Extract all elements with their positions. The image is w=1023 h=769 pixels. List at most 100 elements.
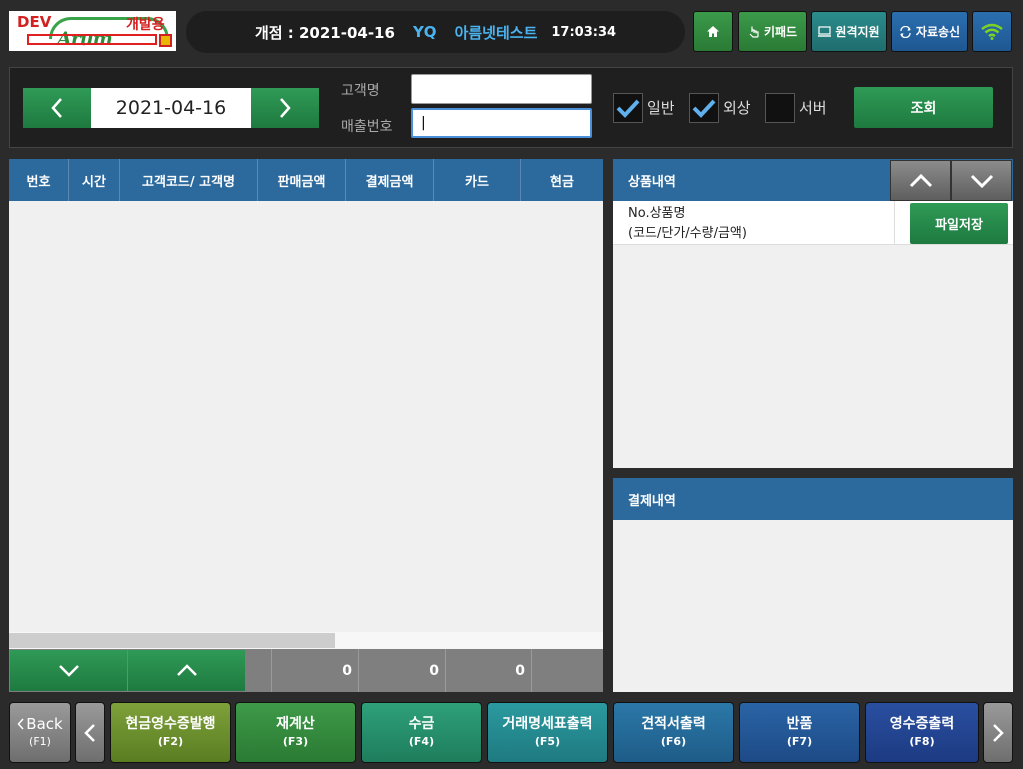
chevron-left-icon [17,718,24,730]
product-column-label: No.상품명 (코드/단가/수량/금액) [628,204,747,244]
date-display[interactable]: 2021-04-16 [91,88,251,128]
sales-table: 번호 시간 고객코드/ 고객명 판매금액 결제금액 카드 현금 0 0 0 [9,159,603,692]
app-logo: DEV 개발용 Arum [9,11,176,51]
logo-dev-text: DEV [17,13,52,31]
function-bar: Back (F1) 현금영수증발행 (F2) 재계산 (F3) 수금 (F4) … [0,697,1023,769]
save-file-button[interactable]: 파일저장 [910,203,1008,244]
print-receipt-label: 영수증출력 [889,715,955,732]
monitor-icon [818,25,832,37]
product-scroll-up-button[interactable] [890,160,951,201]
general-checkbox-label: 일반 [647,99,675,117]
search-panel: 2021-04-16 고객명 매출번호 일반 외상 서버 조회 [9,67,1013,148]
col-header-card: 카드 [434,159,521,201]
remote-support-label: 원격지원 [835,25,880,39]
chevron-left-icon [84,723,95,742]
recalculate-key: (F3) [282,734,309,748]
next-page-button[interactable] [983,702,1013,763]
return-button[interactable]: 반품 (F7) [739,702,860,763]
total-card-amount: 0 [445,649,531,692]
user-name: 아름넷테스트 [454,23,538,42]
server-checkbox[interactable] [765,93,795,123]
prev-page-button[interactable] [75,702,105,763]
total-payment-amount: 0 [358,649,445,692]
scrollbar-thumb[interactable] [9,633,335,648]
open-date: 개점 : 2021-04-16 [254,23,395,42]
horizontal-scrollbar[interactable] [9,632,603,649]
table-header: 번호 시간 고객코드/ 고객명 판매금액 결제금액 카드 현금 [9,159,603,201]
customer-name-label: 고객명 [341,83,380,99]
back-label: Back [26,714,63,733]
send-data-label: 자료송신 [915,25,961,39]
chevron-left-icon [51,98,62,118]
wifi-icon [981,23,1003,40]
sync-icon [900,25,911,38]
general-checkbox[interactable] [613,93,643,123]
logo-square [159,34,172,47]
collect-payment-label: 수금 [408,715,435,732]
status-bar: 개점 : 2021-04-16 YQ 아름넷테스트 17:03:34 [186,11,685,53]
column-divider [894,201,895,245]
cash-receipt-key: (F2) [157,734,184,748]
checkmark-icon [692,99,716,118]
prev-date-button[interactable] [23,88,91,128]
network-status-button[interactable] [972,11,1012,52]
logo-dev-kr-text: 개발용 [126,17,165,33]
scroll-up-button[interactable] [128,650,245,691]
payment-panel-title: 결제내역 [628,493,676,509]
credit-checkbox-label: 외상 [723,99,751,117]
product-column-line2: (코드/단가/수량/금액) [628,226,747,241]
print-statement-label: 거래명세표출력 [502,715,593,732]
print-estimate-label: 견적서출력 [641,715,706,732]
cash-receipt-button[interactable]: 현금영수증발행 (F2) [110,702,231,763]
query-button[interactable]: 조회 [854,87,993,128]
chevron-down-icon [58,665,79,677]
col-header-sales-amount: 판매금액 [258,159,346,201]
recalculate-label: 재계산 [276,715,315,732]
chevron-right-icon [280,98,291,118]
chevron-down-icon [970,174,993,188]
col-header-payment-amount: 결제금액 [346,159,434,201]
back-button[interactable]: Back (F1) [9,702,71,763]
keypad-label: 키패드 [763,25,798,39]
credit-checkbox[interactable] [689,93,719,123]
product-column-row: No.상품명 (코드/단가/수량/금액) 파일저장 [613,201,1013,245]
next-date-button[interactable] [251,88,319,128]
print-statement-button[interactable]: 거래명세표출력 (F5) [487,702,608,763]
scroll-down-button[interactable] [10,650,127,691]
checkmark-icon [616,99,640,118]
product-column-line1: No.상품명 [628,206,686,221]
return-label: 반품 [786,715,813,732]
col-header-cash: 현금 [550,174,574,190]
keypad-button[interactable]: 키패드 [738,11,807,52]
back-key: (F1) [29,734,51,748]
col-header-time: 시간 [69,159,120,201]
product-detail-panel: 상품내역 No.상품명 (코드/단가/수량/금액) 파일저장 [613,159,1013,468]
home-button[interactable] [693,11,733,52]
remote-support-button[interactable]: 원격지원 [811,11,887,52]
print-statement-key: (F5) [534,734,561,748]
product-panel-title: 상품내역 [628,174,676,190]
print-receipt-button[interactable]: 영수증출력 (F8) [865,702,979,763]
server-checkbox-label: 서버 [799,99,827,117]
print-receipt-key: (F8) [909,734,935,748]
recalculate-button[interactable]: 재계산 (F3) [235,702,356,763]
total-cash-amount [531,649,603,692]
total-sales-amount: 0 [271,649,358,692]
collect-payment-key: (F4) [408,734,435,748]
logo-red-box [27,34,157,45]
payment-detail-panel: 결제내역 [613,478,1013,692]
top-bar: DEV 개발용 Arum 개점 : 2021-04-16 YQ 아름넷테스트 1… [0,0,1023,62]
home-icon [707,26,719,37]
store-code: YQ [412,23,437,41]
customer-name-input[interactable] [411,74,592,104]
cash-receipt-label: 현금영수증발행 [125,715,216,732]
payment-panel-header: 결제내역 [613,478,1013,520]
col-header-customer: 고객코드/ 고객명 [120,159,258,201]
print-estimate-button[interactable]: 견적서출력 (F6) [613,702,734,763]
col-header-no: 번호 [9,159,69,201]
send-data-button[interactable]: 자료송신 [891,11,968,52]
sales-no-input[interactable] [411,108,592,138]
hand-pointer-icon [749,26,759,38]
collect-payment-button[interactable]: 수금 (F4) [361,702,482,763]
product-scroll-down-button[interactable] [951,160,1012,201]
